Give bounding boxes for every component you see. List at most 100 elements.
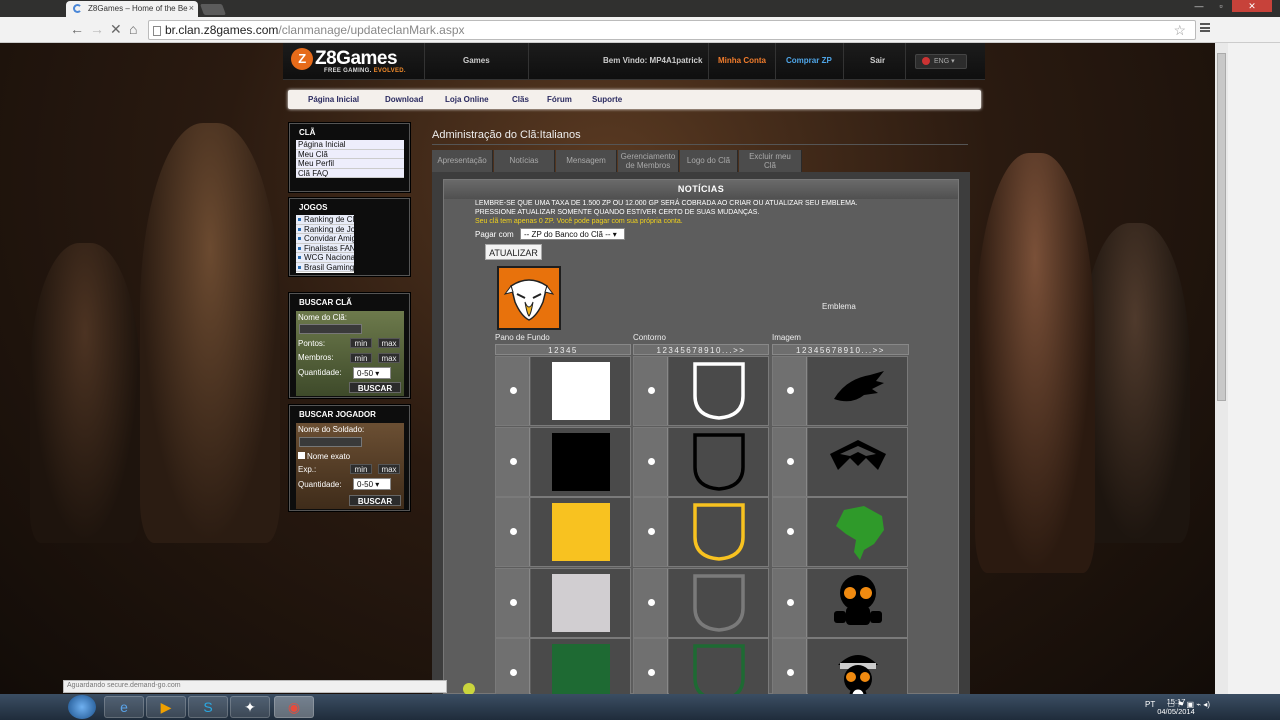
search-clan-button[interactable]: BUSCAR [349,382,401,393]
radio-dot[interactable] [787,598,794,606]
ie-icon[interactable]: e [104,696,144,718]
bg-radio-5[interactable] [496,639,530,694]
my-account-link[interactable]: Minha Conta [718,56,766,65]
buy-zp-link[interactable]: Comprar ZP [786,56,832,65]
media-player-icon[interactable]: ▶ [146,696,186,718]
image-radio-3[interactable] [773,498,807,566]
outline-radio-2[interactable] [634,427,668,496]
radio-dot[interactable] [787,457,794,465]
clan-link-faq[interactable]: Clã FAQ [296,168,404,178]
games-link-clan-ranking[interactable]: Ranking de Clãs [296,215,354,225]
bg-radio-4[interactable] [496,568,530,637]
menu-download[interactable]: Download [385,95,423,104]
image-radio-1[interactable] [773,357,807,425]
tab-noticias[interactable]: Notícias [494,150,555,172]
outline-radio-3[interactable] [634,498,668,566]
clan-link-profile[interactable]: Meu Perfil [296,159,404,169]
radio-dot[interactable] [787,669,794,676]
language-select[interactable]: ENG ▾ [915,54,967,69]
radio-dot[interactable] [787,387,794,394]
browser-tab[interactable]: Z8Games – Home of the Be × [66,1,198,17]
games-link-fantasma[interactable]: Finalistas FANTASMA [296,243,354,253]
games-link[interactable]: Games [463,56,490,65]
maximize-icon[interactable]: ▫ [1210,0,1232,12]
tab-apresentacao[interactable]: Apresentação [432,150,493,172]
radio-dot[interactable] [648,669,655,676]
outline-radio-5[interactable] [634,639,668,694]
close-tab-icon[interactable]: × [189,3,194,13]
image-radio-2[interactable] [773,427,807,496]
bg-swatch-3 [531,498,630,566]
update-button[interactable]: ATUALIZAR [485,244,542,260]
tab-gerenciamento[interactable]: Gerenciamento de Membros [618,150,679,172]
stop-icon[interactable]: ✕ [110,22,122,36]
radio-dot[interactable] [648,598,655,606]
bg-radio-1[interactable] [496,357,530,425]
address-bar[interactable]: br.clan.z8games.com/clanmanage/updatecla… [148,20,1196,40]
outline-pager[interactable]: 12345678910...>> [633,344,769,355]
quantity-select[interactable]: 0-50 ▾ [353,367,391,379]
menu-support[interactable]: Suporte [592,95,622,104]
image-radio-4[interactable] [773,568,807,637]
pay-with-select[interactable]: -- ZP do Banco do Clã -- ▾ [520,228,625,240]
outline-radio-1[interactable] [634,357,668,425]
exp-min-input[interactable]: min [350,464,372,474]
clock[interactable]: 15:17 04/05/2014 [1154,697,1198,717]
start-button[interactable] [68,695,96,719]
back-icon[interactable]: ← [70,22,84,36]
bg-radio-3[interactable] [496,498,530,566]
search-player-button[interactable]: BUSCAR [349,495,401,506]
points-min-input[interactable]: min [350,338,372,348]
menu-clans[interactable]: Clãs [512,95,529,104]
chrome-icon[interactable]: ◉ [274,696,314,718]
new-tab-button[interactable] [199,4,227,15]
z8games-logo[interactable]: Z Z8Games FREE GAMING. EVOLVED. [291,48,406,74]
radio-dot[interactable] [648,457,655,465]
games-link-invite[interactable]: Convidar Amigo [296,234,354,244]
menu-forum[interactable]: Fórum [547,95,572,104]
radio-dot[interactable] [787,528,794,535]
close-window-icon[interactable]: ✕ [1232,0,1272,12]
clan-link-home[interactable]: Página Inicial [296,140,404,150]
bg-radio-2[interactable] [496,427,530,496]
exact-name-checkbox[interactable]: Nome exato [298,452,350,461]
radio-dot[interactable] [510,457,517,465]
menu-home[interactable]: Página Inicial [308,95,359,104]
radio-dot[interactable] [648,528,655,535]
chrome-menu-icon[interactable] [1200,23,1210,32]
radio-dot[interactable] [510,528,517,535]
clan-name-input[interactable] [299,324,362,334]
logout-link[interactable]: Sair [870,56,885,65]
tab-logo[interactable]: Logo do Clã [680,150,738,172]
radio-dot[interactable] [510,669,517,676]
scrollbar-thumb[interactable] [1217,53,1226,401]
points-max-input[interactable]: max [378,338,400,348]
radio-dot[interactable] [510,387,517,394]
outline-radio-4[interactable] [634,568,668,637]
games-link-bgl[interactable]: Brasil Gaming League [296,262,354,272]
bg-pager[interactable]: 12345 [495,344,631,355]
games-link-player-ranking[interactable]: Ranking de Jogadores [296,224,354,234]
menu-store[interactable]: Loja Online [445,95,489,104]
image-radio-5[interactable] [773,639,807,694]
minimize-icon[interactable]: — [1188,0,1210,12]
soldier-name-input[interactable] [299,437,362,447]
radio-dot[interactable] [648,387,655,394]
page-scrollbar[interactable] [1215,43,1228,694]
skype-icon[interactable]: S [188,696,228,718]
forward-icon[interactable]: → [90,22,104,36]
games-link-wcg[interactable]: WCG Nacional 2012 [296,253,354,263]
radio-dot[interactable] [510,598,517,606]
clan-link-my-clan[interactable]: Meu Clã [296,149,404,159]
members-max-input[interactable]: max [378,353,400,363]
members-min-input[interactable]: min [350,353,372,363]
image-pager[interactable]: 12345678910...>> [772,344,909,355]
game-launcher-icon[interactable]: ✦ [230,696,270,718]
exp-max-input[interactable]: max [378,464,400,474]
home-icon[interactable]: ⌂ [129,22,137,36]
tab-mensagem[interactable]: Mensagem [556,150,617,172]
image-swatch-1 [808,357,907,425]
tab-excluir[interactable]: Excluir meu Clã [739,150,802,172]
player-quantity-select[interactable]: 0-50 ▾ [353,478,391,490]
bookmark-star-icon[interactable]: ☆ [1173,22,1186,39]
